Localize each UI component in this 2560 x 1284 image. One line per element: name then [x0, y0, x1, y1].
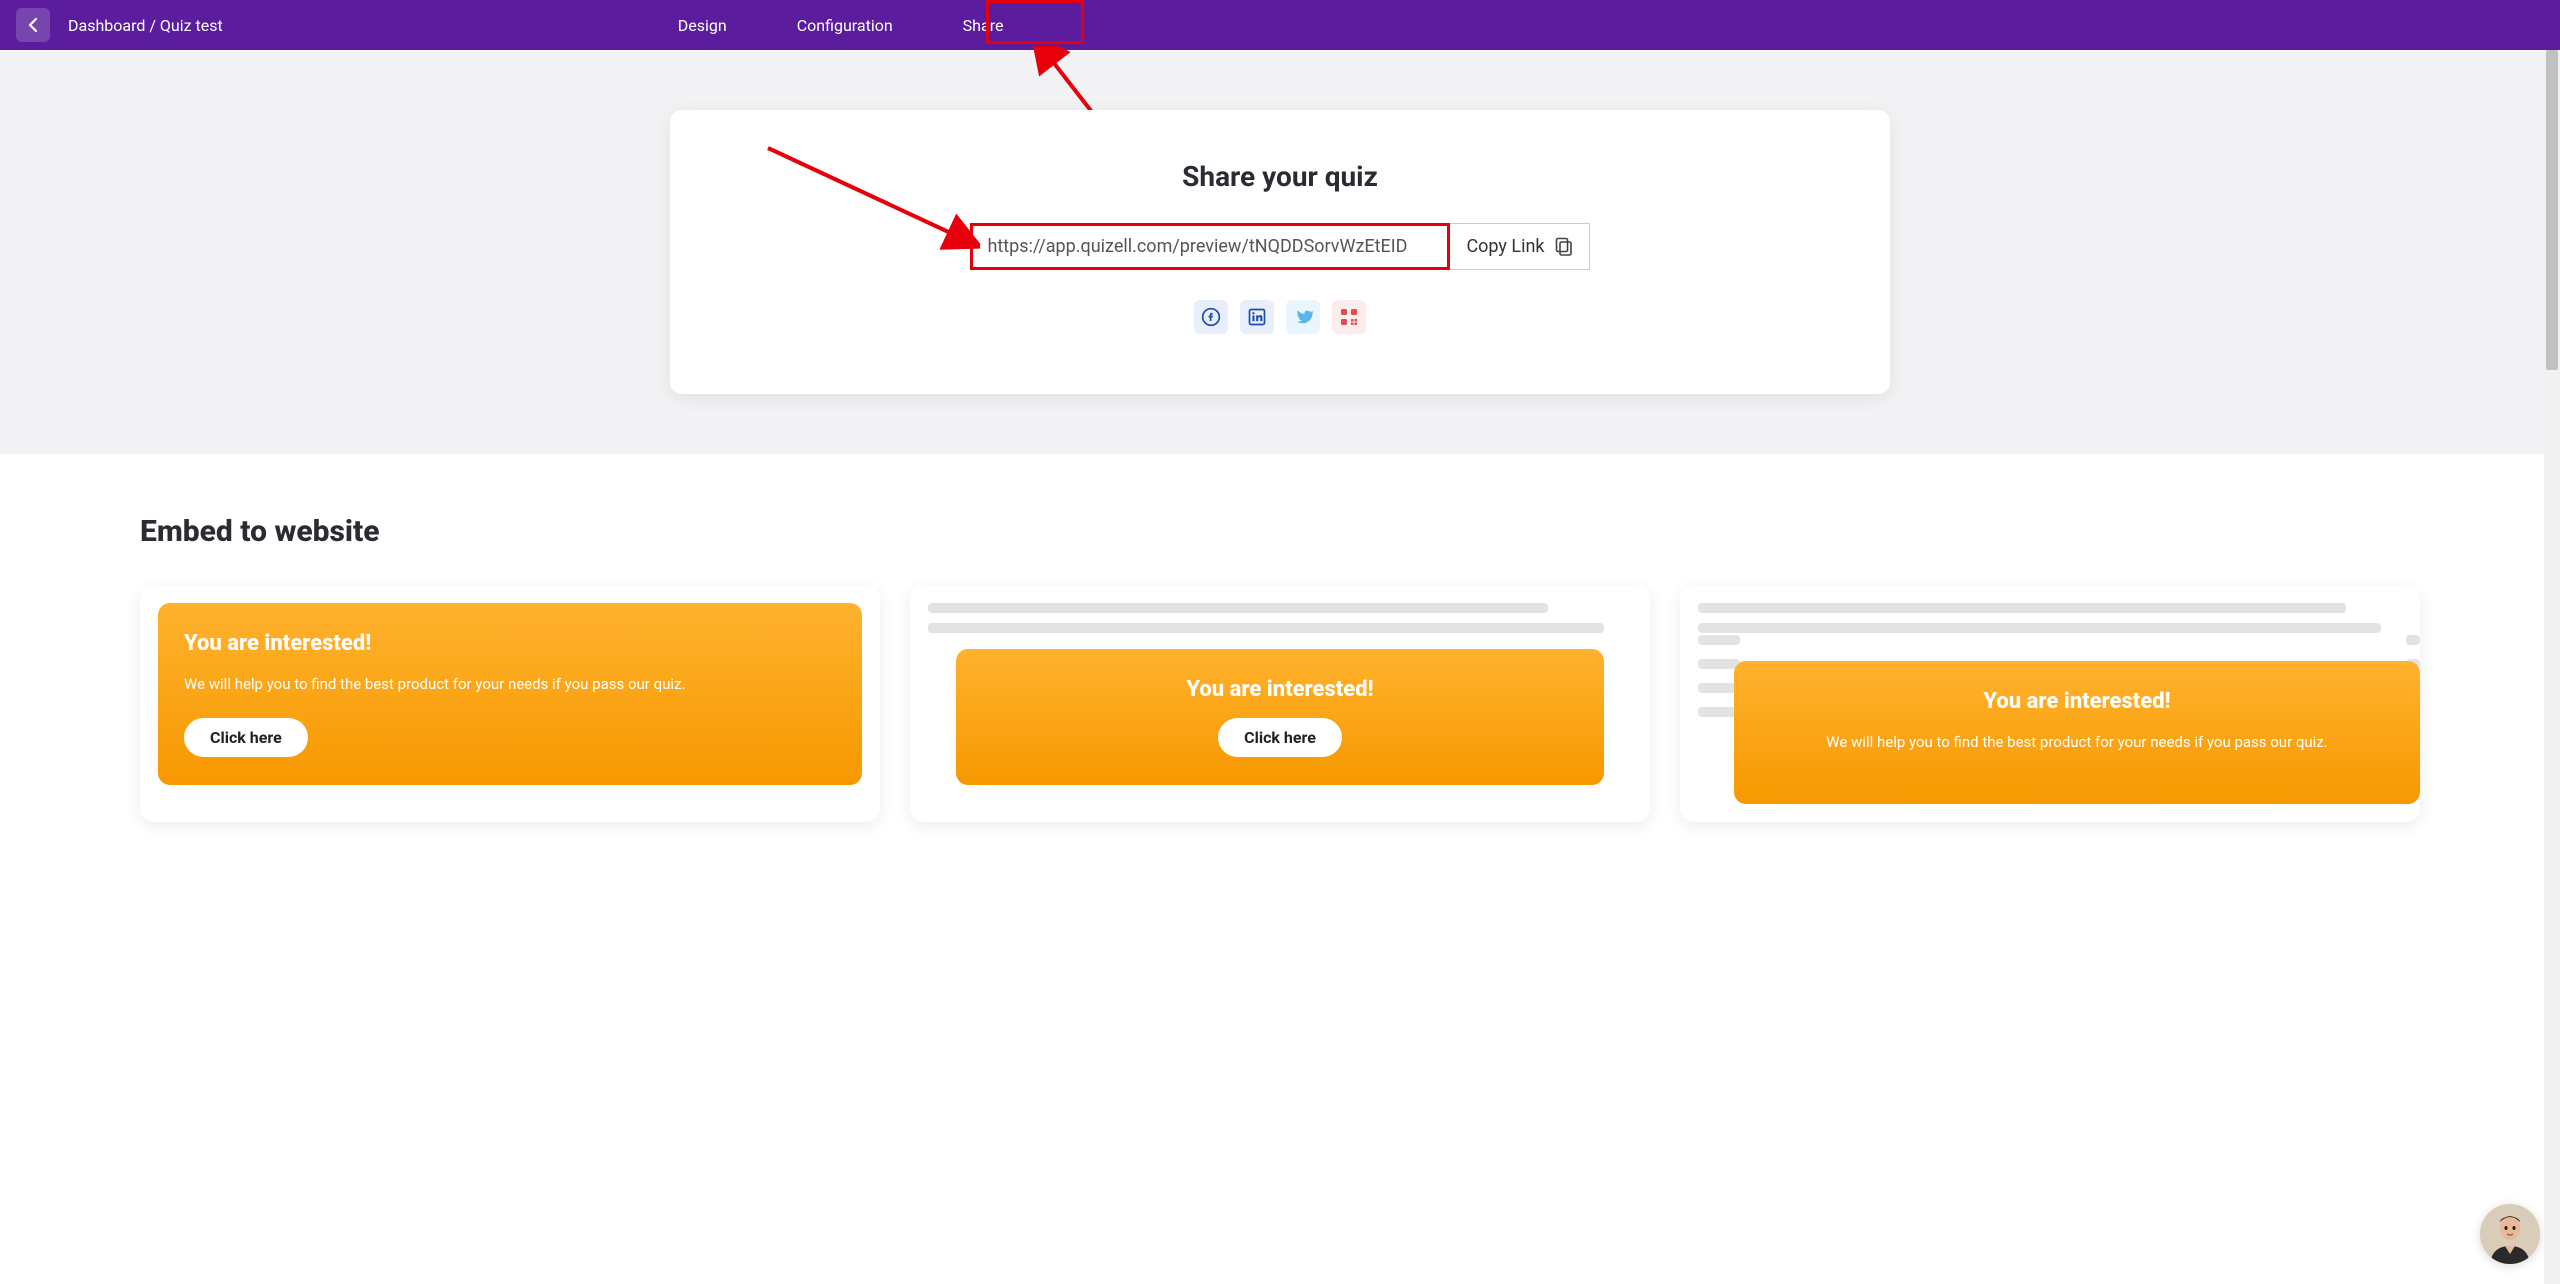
- embed-card-heading: You are interested!: [982, 677, 1578, 702]
- qr-icon: [1340, 308, 1358, 326]
- embed-preview-2: You are interested! Click here: [956, 649, 1604, 785]
- copy-link-label: Copy Link: [1466, 236, 1544, 257]
- embed-card-cta[interactable]: Click here: [1218, 718, 1342, 757]
- embed-card-cta[interactable]: Click here: [184, 718, 308, 757]
- embed-card-heading: You are interested!: [1760, 689, 2394, 714]
- embed-section: Embed to website You are interested! We …: [0, 454, 2560, 862]
- skeleton-line: [928, 603, 1548, 613]
- scrollbar[interactable]: [2544, 50, 2560, 1284]
- tab-design[interactable]: Design: [668, 4, 737, 47]
- embed-card-heading: You are interested!: [184, 631, 836, 656]
- share-qr-button[interactable]: [1332, 300, 1366, 334]
- embed-card-desc: We will help you to find the best produc…: [1760, 730, 2394, 754]
- twitter-icon: [1293, 307, 1313, 327]
- skeleton-line: [1698, 635, 1740, 645]
- skeleton-line: [1698, 623, 2381, 633]
- annotation-arrow-to-url: [760, 140, 980, 250]
- embed-preview-1: You are interested! We will help you to …: [158, 603, 862, 785]
- share-section: Share your quiz Copy Link: [0, 50, 2560, 454]
- chevron-left-icon: [28, 17, 38, 33]
- skeleton-line: [2406, 635, 2420, 645]
- skeleton-line: [1698, 603, 2346, 613]
- link-row: Copy Link: [970, 223, 1589, 270]
- share-facebook-button[interactable]: [1194, 300, 1228, 334]
- tabs: Design Configuration Share: [668, 4, 1014, 47]
- copy-icon: [1555, 237, 1573, 257]
- share-title: Share your quiz: [710, 160, 1850, 193]
- topbar: Dashboard / Quiz test Design Configurati…: [0, 0, 2560, 50]
- skeleton-lines: [928, 603, 1632, 643]
- social-row: [710, 300, 1850, 334]
- avatar-icon: [2480, 1204, 2540, 1264]
- share-twitter-button[interactable]: [1286, 300, 1320, 334]
- share-url-input[interactable]: [970, 223, 1450, 270]
- embed-title: Embed to website: [140, 514, 2420, 549]
- tab-share[interactable]: Share: [953, 4, 1014, 47]
- tab-configuration[interactable]: Configuration: [787, 4, 903, 47]
- skeleton-line: [928, 623, 1604, 633]
- skeleton-lines: [1698, 603, 2402, 633]
- copy-link-button[interactable]: Copy Link: [1450, 223, 1589, 270]
- embed-card-fullpage[interactable]: You are interested! We will help you to …: [140, 585, 880, 822]
- share-linkedin-button[interactable]: [1240, 300, 1274, 334]
- scrollbar-thumb[interactable]: [2546, 50, 2558, 370]
- linkedin-icon: [1247, 307, 1267, 327]
- back-button[interactable]: [16, 8, 50, 42]
- embed-preview-3: You are interested! We will help you to …: [1734, 661, 2420, 804]
- facebook-icon: [1201, 307, 1221, 327]
- embed-cards: You are interested! We will help you to …: [140, 585, 2420, 822]
- embed-card-inline[interactable]: You are interested! Click here: [910, 585, 1650, 822]
- share-card: Share your quiz Copy Link: [670, 110, 1890, 394]
- embed-card-popup[interactable]: You are interested! We will help you to …: [1680, 585, 2420, 822]
- breadcrumb[interactable]: Dashboard / Quiz test: [68, 16, 223, 35]
- support-avatar[interactable]: [2480, 1204, 2540, 1264]
- embed-card-desc: We will help you to find the best produc…: [184, 672, 836, 696]
